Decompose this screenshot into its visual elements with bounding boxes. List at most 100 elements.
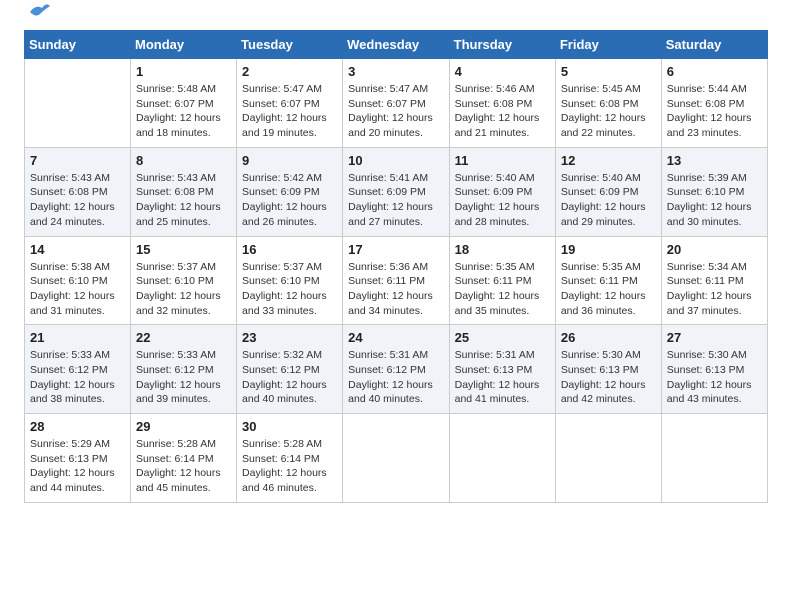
day-info: Sunrise: 5:40 AMSunset: 6:09 PMDaylight:… — [561, 171, 656, 230]
day-info: Sunrise: 5:37 AMSunset: 6:10 PMDaylight:… — [242, 260, 337, 319]
day-info: Sunrise: 5:36 AMSunset: 6:11 PMDaylight:… — [348, 260, 443, 319]
calendar-cell: 25 Sunrise: 5:31 AMSunset: 6:13 PMDayligh… — [449, 325, 555, 414]
day-info: Sunrise: 5:35 AMSunset: 6:11 PMDaylight:… — [455, 260, 550, 319]
day-info: Sunrise: 5:40 AMSunset: 6:09 PMDaylight:… — [455, 171, 550, 230]
calendar-cell: 16Sunrise: 5:37 AMSunset: 6:10 PMDayligh… — [237, 236, 343, 325]
calendar-cell: 21 Sunrise: 5:33 AMSunset: 6:12 PMDayligh… — [25, 325, 131, 414]
day-info: Sunrise: 5:28 AMSunset: 6:14 PMDaylight:… — [242, 437, 337, 496]
weekday-header-saturday: Saturday — [661, 31, 767, 59]
day-info: Sunrise: 5:30 AMSunset: 6:13 PMDaylight:… — [561, 348, 656, 407]
day-number: 21 — [30, 330, 125, 345]
day-number: 15 — [136, 242, 231, 257]
weekday-header-monday: Monday — [131, 31, 237, 59]
calendar-cell: 12 Sunrise: 5:40 AMSunset: 6:09 PMDayligh… — [555, 147, 661, 236]
day-number: 29 — [136, 419, 231, 434]
day-number: 28 — [30, 419, 125, 434]
calendar-week-row: 1 Sunrise: 5:48 AMSunset: 6:07 PMDaylight… — [25, 59, 768, 148]
weekday-header-row: SundayMondayTuesdayWednesdayThursdayFrid… — [25, 31, 768, 59]
day-number: 8 — [136, 153, 231, 168]
day-info: Sunrise: 5:32 AMSunset: 6:12 PMDaylight:… — [242, 348, 337, 407]
day-number: 26 — [561, 330, 656, 345]
day-info: Sunrise: 5:44 AMSunset: 6:08 PMDaylight:… — [667, 82, 762, 141]
day-info: Sunrise: 5:34 AMSunset: 6:11 PMDaylight:… — [667, 260, 762, 319]
weekday-header-sunday: Sunday — [25, 31, 131, 59]
calendar-cell: 19 Sunrise: 5:35 AMSunset: 6:11 PMDayligh… — [555, 236, 661, 325]
day-number: 30 — [242, 419, 337, 434]
day-info: Sunrise: 5:37 AMSunset: 6:10 PMDaylight:… — [136, 260, 231, 319]
calendar-cell: 17 Sunrise: 5:36 AMSunset: 6:11 PMDayligh… — [343, 236, 449, 325]
day-number: 19 — [561, 242, 656, 257]
day-info: Sunrise: 5:43 AMSunset: 6:08 PMDaylight:… — [30, 171, 125, 230]
day-number: 10 — [348, 153, 443, 168]
day-info: Sunrise: 5:47 AMSunset: 6:07 PMDaylight:… — [348, 82, 443, 141]
day-info: Sunrise: 5:45 AMSunset: 6:08 PMDaylight:… — [561, 82, 656, 141]
calendar-cell: 9 Sunrise: 5:42 AMSunset: 6:09 PMDaylight… — [237, 147, 343, 236]
calendar-cell: 22 Sunrise: 5:33 AMSunset: 6:12 PMDayligh… — [131, 325, 237, 414]
page-header — [24, 20, 768, 22]
calendar-week-row: 21 Sunrise: 5:33 AMSunset: 6:12 PMDayligh… — [25, 325, 768, 414]
day-number: 18 — [455, 242, 550, 257]
day-number: 2 — [242, 64, 337, 79]
calendar-cell: 29 Sunrise: 5:28 AMSunset: 6:14 PMDayligh… — [131, 414, 237, 503]
day-number: 13 — [667, 153, 762, 168]
calendar-cell: 20 Sunrise: 5:34 AMSunset: 6:11 PMDayligh… — [661, 236, 767, 325]
calendar-cell: 5Sunrise: 5:45 AMSunset: 6:08 PMDaylight… — [555, 59, 661, 148]
calendar-cell — [661, 414, 767, 503]
calendar-cell: 30 Sunrise: 5:28 AMSunset: 6:14 PMDayligh… — [237, 414, 343, 503]
day-number: 3 — [348, 64, 443, 79]
day-number: 4 — [455, 64, 550, 79]
calendar-cell: 8Sunrise: 5:43 AMSunset: 6:08 PMDaylight… — [131, 147, 237, 236]
calendar-cell: 24 Sunrise: 5:31 AMSunset: 6:12 PMDayligh… — [343, 325, 449, 414]
calendar-cell — [25, 59, 131, 148]
day-info: Sunrise: 5:29 AMSunset: 6:13 PMDaylight:… — [30, 437, 125, 496]
day-info: Sunrise: 5:48 AMSunset: 6:07 PMDaylight:… — [136, 82, 231, 141]
day-info: Sunrise: 5:28 AMSunset: 6:14 PMDaylight:… — [136, 437, 231, 496]
calendar-cell: 14 Sunrise: 5:38 AMSunset: 6:10 PMDayligh… — [25, 236, 131, 325]
calendar-cell: 11 Sunrise: 5:40 AMSunset: 6:09 PMDayligh… — [449, 147, 555, 236]
weekday-header-wednesday: Wednesday — [343, 31, 449, 59]
calendar-cell: 2 Sunrise: 5:47 AMSunset: 6:07 PMDaylight… — [237, 59, 343, 148]
logo — [24, 20, 50, 22]
day-number: 17 — [348, 242, 443, 257]
day-number: 7 — [30, 153, 125, 168]
calendar-week-row: 14 Sunrise: 5:38 AMSunset: 6:10 PMDayligh… — [25, 236, 768, 325]
day-info: Sunrise: 5:46 AMSunset: 6:08 PMDaylight:… — [455, 82, 550, 141]
calendar-cell: 27Sunrise: 5:30 AMSunset: 6:13 PMDayligh… — [661, 325, 767, 414]
calendar-cell: 4 Sunrise: 5:46 AMSunset: 6:08 PMDaylight… — [449, 59, 555, 148]
calendar-cell: 1 Sunrise: 5:48 AMSunset: 6:07 PMDaylight… — [131, 59, 237, 148]
day-number: 27 — [667, 330, 762, 345]
day-number: 6 — [667, 64, 762, 79]
day-info: Sunrise: 5:35 AMSunset: 6:11 PMDaylight:… — [561, 260, 656, 319]
calendar-cell — [449, 414, 555, 503]
day-info: Sunrise: 5:47 AMSunset: 6:07 PMDaylight:… — [242, 82, 337, 141]
day-number: 20 — [667, 242, 762, 257]
weekday-header-tuesday: Tuesday — [237, 31, 343, 59]
calendar-cell: 13 Sunrise: 5:39 AMSunset: 6:10 PMDayligh… — [661, 147, 767, 236]
calendar-cell: 23 Sunrise: 5:32 AMSunset: 6:12 PMDayligh… — [237, 325, 343, 414]
day-info: Sunrise: 5:33 AMSunset: 6:12 PMDaylight:… — [136, 348, 231, 407]
day-info: Sunrise: 5:31 AMSunset: 6:13 PMDaylight:… — [455, 348, 550, 407]
calendar-week-row: 28 Sunrise: 5:29 AMSunset: 6:13 PMDayligh… — [25, 414, 768, 503]
calendar-cell: 6 Sunrise: 5:44 AMSunset: 6:08 PMDaylight… — [661, 59, 767, 148]
day-info: Sunrise: 5:39 AMSunset: 6:10 PMDaylight:… — [667, 171, 762, 230]
day-number: 24 — [348, 330, 443, 345]
day-number: 11 — [455, 153, 550, 168]
day-info: Sunrise: 5:31 AMSunset: 6:12 PMDaylight:… — [348, 348, 443, 407]
day-info: Sunrise: 5:42 AMSunset: 6:09 PMDaylight:… — [242, 171, 337, 230]
day-number: 9 — [242, 153, 337, 168]
calendar-week-row: 7 Sunrise: 5:43 AMSunset: 6:08 PMDaylight… — [25, 147, 768, 236]
calendar-cell: 18 Sunrise: 5:35 AMSunset: 6:11 PMDayligh… — [449, 236, 555, 325]
day-number: 23 — [242, 330, 337, 345]
day-number: 14 — [30, 242, 125, 257]
day-number: 1 — [136, 64, 231, 79]
calendar-table: SundayMondayTuesdayWednesdayThursdayFrid… — [24, 30, 768, 503]
logo-bird-icon — [28, 2, 50, 22]
day-number: 25 — [455, 330, 550, 345]
day-number: 12 — [561, 153, 656, 168]
calendar-cell — [555, 414, 661, 503]
day-info: Sunrise: 5:38 AMSunset: 6:10 PMDaylight:… — [30, 260, 125, 319]
calendar-cell: 7 Sunrise: 5:43 AMSunset: 6:08 PMDaylight… — [25, 147, 131, 236]
day-info: Sunrise: 5:33 AMSunset: 6:12 PMDaylight:… — [30, 348, 125, 407]
weekday-header-thursday: Thursday — [449, 31, 555, 59]
day-number: 22 — [136, 330, 231, 345]
